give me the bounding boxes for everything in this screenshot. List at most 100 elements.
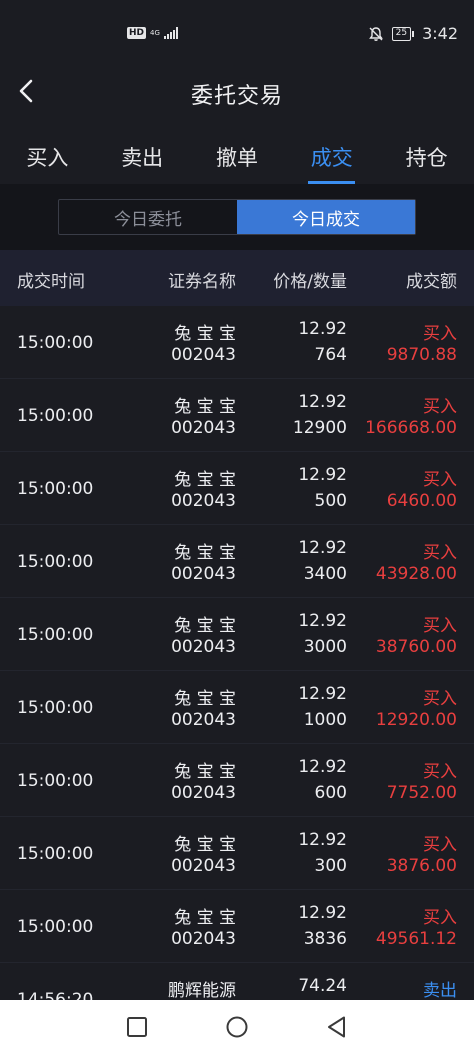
security-code: 002043 [171, 783, 236, 803]
clock: 3:42 [422, 24, 458, 43]
signal-icon [163, 27, 178, 39]
table-row[interactable]: 15:00:00 兔 宝 宝 002043 12.92 3400 买入 4392… [0, 525, 474, 598]
security-name: 鹏辉能源 [168, 981, 236, 1001]
deal-time: 15:00:00 [17, 333, 94, 353]
triangle-back-icon [328, 1016, 345, 1038]
deal-side: 买入 [423, 616, 457, 636]
table-row[interactable]: 15:00:00 兔 宝 宝 002043 12.92 500 买入 6460.… [0, 452, 474, 525]
deal-side: 买入 [423, 908, 457, 928]
deal-amount: 6460.00 [386, 491, 457, 511]
deal-price: 12.92 [298, 830, 347, 850]
deal-side: 买入 [423, 835, 457, 855]
nav-bar: 委托交易 [0, 66, 474, 120]
table-row[interactable]: 15:00:00 兔 宝 宝 002043 12.92 3000 买入 3876… [0, 598, 474, 671]
table-row[interactable]: 15:00:00 兔 宝 宝 002043 12.92 764 买入 9870.… [0, 306, 474, 379]
deal-price: 12.92 [298, 465, 347, 485]
deal-quantity: 1000 [303, 710, 347, 730]
table-row[interactable]: 15:00:00 兔 宝 宝 002043 12.92 1000 买入 1292… [0, 671, 474, 744]
table-row[interactable]: 15:00:00 兔 宝 宝 002043 12.92 300 买入 3876.… [0, 817, 474, 890]
status-left: HD 4G [127, 27, 178, 39]
header-price-qty: 价格/数量 [273, 272, 347, 292]
deal-price: 12.92 [298, 684, 347, 704]
segment-area: 今日委托 今日成交 [0, 184, 474, 250]
deal-quantity: 12900 [292, 418, 347, 438]
deal-quantity: 600 [314, 783, 347, 803]
security-name: 兔 宝 宝 [174, 835, 236, 855]
deal-quantity: 3836 [303, 929, 347, 949]
table-row[interactable]: 15:00:00 兔 宝 宝 002043 12.92 12900 买入 166… [0, 379, 474, 452]
security-name: 兔 宝 宝 [174, 470, 236, 490]
deal-price: 12.92 [298, 392, 347, 412]
deal-time: 15:00:00 [17, 844, 94, 864]
tab-buy[interactable]: 买入 [0, 134, 95, 184]
deal-side: 买入 [423, 397, 457, 417]
deal-side: 买入 [423, 762, 457, 782]
system-back-button[interactable] [324, 1014, 350, 1040]
deal-quantity: 500 [314, 491, 347, 511]
deal-amount: 166668.00 [365, 418, 457, 438]
deal-side: 卖出 [423, 981, 457, 1001]
deal-quantity: 3400 [303, 564, 347, 584]
security-name: 兔 宝 宝 [174, 762, 236, 782]
deal-time: 15:00:00 [17, 917, 94, 937]
deal-price: 74.24 [298, 976, 347, 996]
table-row[interactable]: 15:00:00 兔 宝 宝 002043 12.92 600 买入 7752.… [0, 744, 474, 817]
segment-today-deals[interactable]: 今日成交 [237, 200, 415, 234]
segmented-control: 今日委托 今日成交 [58, 199, 416, 235]
security-name: 兔 宝 宝 [174, 543, 236, 563]
deal-amount: 38760.00 [375, 637, 457, 657]
header-time: 成交时间 [17, 272, 85, 292]
security-code: 002043 [171, 418, 236, 438]
deal-side: 买入 [423, 543, 457, 563]
security-code: 002043 [171, 856, 236, 876]
deal-price: 12.92 [298, 611, 347, 631]
square-icon [127, 1017, 147, 1037]
deal-amount: 12920.00 [375, 710, 457, 730]
deal-side: 买入 [423, 470, 457, 490]
security-name: 兔 宝 宝 [174, 689, 236, 709]
security-code: 002043 [171, 929, 236, 949]
battery-level: 25 [391, 26, 412, 41]
deal-time: 15:00:00 [17, 625, 94, 645]
deal-side: 买入 [423, 689, 457, 709]
header-name: 证券名称 [168, 272, 236, 292]
bell-off-icon [368, 26, 383, 41]
status-right: 25 3:42 [368, 24, 458, 43]
security-name: 兔 宝 宝 [174, 908, 236, 928]
deal-time: 15:00:00 [17, 479, 94, 499]
tab-deals[interactable]: 成交 [284, 134, 379, 184]
security-name: 兔 宝 宝 [174, 397, 236, 417]
security-name: 兔 宝 宝 [174, 616, 236, 636]
deal-time: 15:00:00 [17, 552, 94, 572]
deal-amount: 3876.00 [386, 856, 457, 876]
deal-time: 15:00:00 [17, 698, 94, 718]
status-bar: HD 4G 25 3:42 [0, 0, 474, 66]
hd-badge: HD [127, 27, 147, 39]
deal-amount: 43928.00 [375, 564, 457, 584]
tab-positions[interactable]: 持仓 [379, 134, 474, 184]
recents-button[interactable] [124, 1014, 150, 1040]
deal-quantity: 300 [314, 856, 347, 876]
security-code: 002043 [171, 637, 236, 657]
page-title: 委托交易 [190, 84, 283, 109]
deal-time: 15:00:00 [17, 771, 94, 791]
battery-icon: 25 [391, 26, 415, 41]
home-button[interactable] [224, 1014, 250, 1040]
deal-price: 12.92 [298, 903, 347, 923]
table-header: 成交时间 证券名称 价格/数量 成交额 [0, 250, 474, 306]
deal-price: 12.92 [298, 538, 347, 558]
deal-price: 12.92 [298, 757, 347, 777]
segment-today-orders[interactable]: 今日委托 [59, 200, 237, 234]
table-row[interactable]: 15:00:00 兔 宝 宝 002043 12.92 3836 买入 4956… [0, 890, 474, 963]
deal-quantity: 3000 [303, 637, 347, 657]
security-code: 002043 [171, 564, 236, 584]
security-code: 002043 [171, 345, 236, 365]
deal-side: 买入 [423, 324, 457, 344]
deal-amount: 7752.00 [386, 783, 457, 803]
tab-cancel[interactable]: 撤单 [190, 134, 285, 184]
deal-amount: 49561.12 [375, 929, 457, 949]
system-nav-bar [0, 1000, 474, 1053]
header-amount: 成交额 [406, 272, 457, 292]
tab-sell[interactable]: 卖出 [95, 134, 190, 184]
circle-icon [226, 1016, 248, 1038]
